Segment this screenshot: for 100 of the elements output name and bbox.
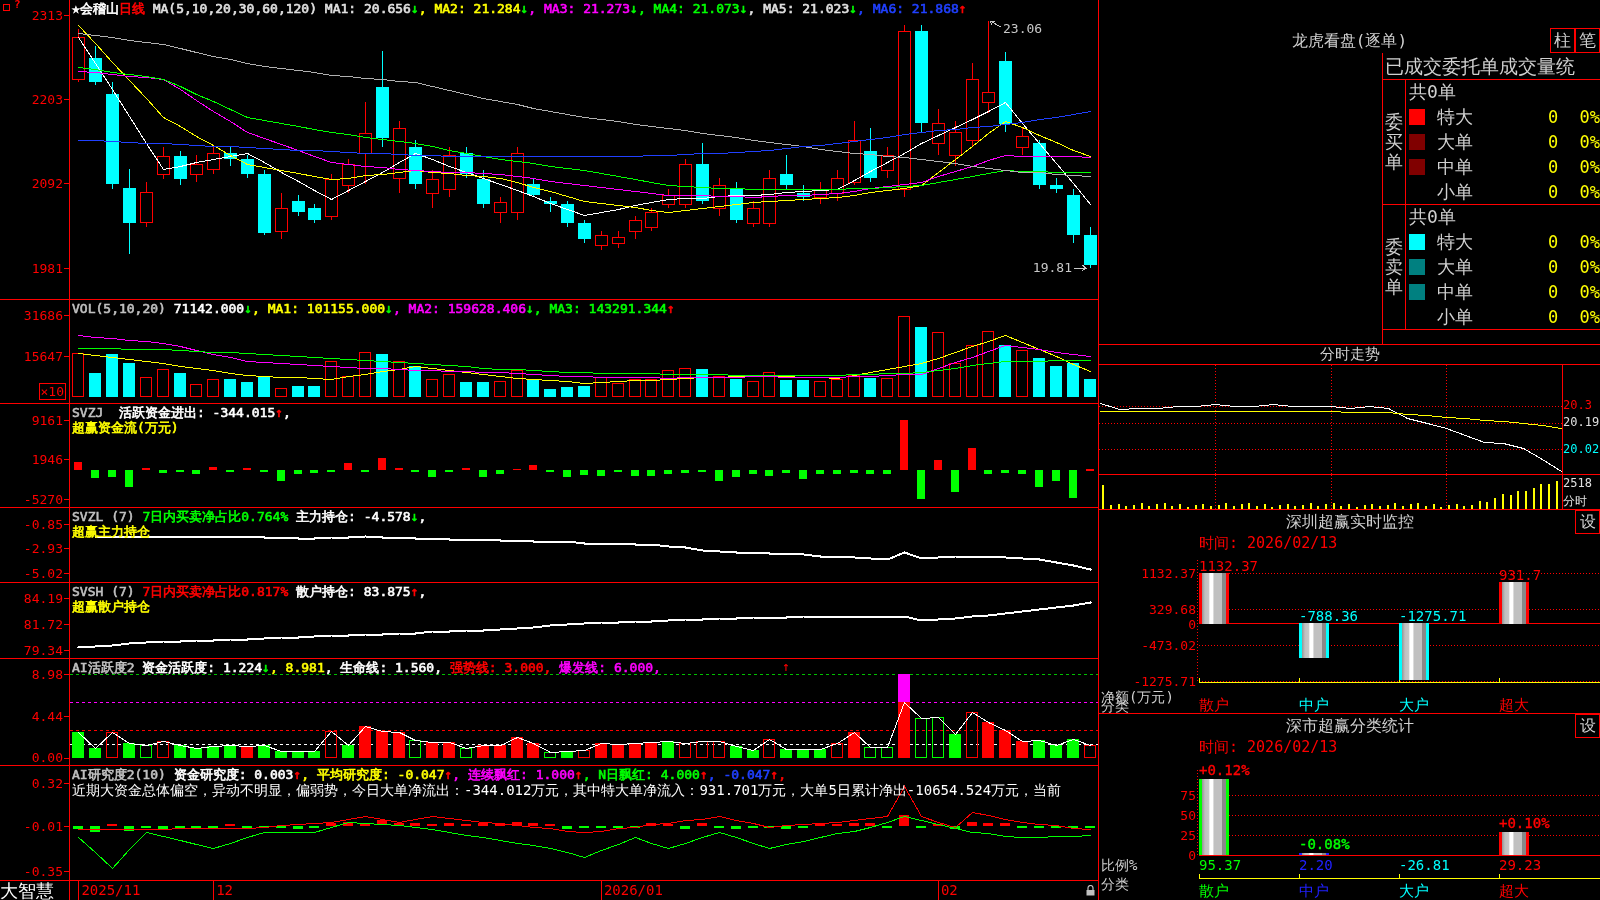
indicator-legend: 超赢资金流(万元) <box>72 420 179 435</box>
order-share: 0% <box>1579 231 1600 252</box>
axis-tick-label: 0.00 <box>31 751 63 765</box>
candlestick <box>72 28 85 83</box>
axis-tick-label: 25 <box>1180 828 1196 844</box>
order-size-label: 小单 <box>1436 179 1473 204</box>
axis-tick-label: 4.44 <box>31 710 63 724</box>
fund-flow-bar <box>1035 470 1043 487</box>
candlestick <box>207 146 220 175</box>
fund-flow-bar <box>192 470 200 474</box>
candlestick <box>1050 177 1063 194</box>
indicator-legend: AI活跃度2 资金活跃度: 1.224↓, 8.981, 生命线: 1.560, 强势线: 3.000, 爆发线: 6.000, <box>72 660 661 675</box>
axis-tick-label: 2092 <box>31 177 63 191</box>
axis-tick-label: -0.35 <box>23 865 63 879</box>
candlestick <box>797 184 810 202</box>
axis-title: 比例% <box>1101 857 1138 873</box>
candlestick <box>157 146 170 180</box>
help-mark[interactable]: ? <box>14 0 21 10</box>
candlestick <box>89 45 102 86</box>
settings-button[interactable]: 设 <box>1575 714 1600 738</box>
value-label: 1132.37 <box>1199 557 1258 574</box>
axis-tick-label: 1981 <box>31 262 63 276</box>
order-size-label: 小单 <box>1436 304 1473 329</box>
candlestick <box>1016 127 1029 156</box>
fund-flow-bar <box>462 467 470 471</box>
candlestick <box>780 154 793 190</box>
fund-flow-bar <box>310 470 318 473</box>
fund-flow-bar <box>294 470 302 474</box>
fund-flow-bar <box>664 470 672 474</box>
fund-flow-bar <box>749 470 757 474</box>
category-label: 大户 <box>1399 696 1429 713</box>
settings-button[interactable]: 设 <box>1575 510 1600 534</box>
fund-flow-bar <box>496 470 504 474</box>
value-label: 29.23 <box>1499 857 1542 873</box>
axis-tick-label: 2203 <box>31 93 63 107</box>
fund-flow-bar <box>159 470 167 473</box>
candlestick <box>864 127 877 183</box>
order-count: 0 <box>1547 281 1559 302</box>
square-icon <box>3 4 10 11</box>
fund-flow-bar <box>479 470 487 478</box>
fund-flow-bar <box>782 470 790 473</box>
brand-logo: 大智慧 <box>0 880 54 900</box>
axis-tick-label: 15647 <box>23 350 63 364</box>
candlestick <box>1033 139 1046 190</box>
order-size-label: 特大 <box>1436 104 1473 129</box>
axis-tick-label: 50 <box>1180 808 1196 824</box>
axis-tick-label: 0 <box>1188 616 1196 632</box>
fund-flow-bar <box>866 470 874 475</box>
fund-flow-bar <box>1018 470 1026 474</box>
candlestick <box>932 108 945 156</box>
category-label: 中户 <box>1299 882 1329 900</box>
order-count: 0 <box>1547 131 1559 152</box>
order-share: 0% <box>1579 256 1600 277</box>
fund-flow-bar <box>361 470 369 473</box>
fund-flow-bar <box>681 470 689 473</box>
candlestick <box>460 146 473 179</box>
order-count: 0 <box>1547 306 1559 327</box>
category-label: 超大 <box>1499 696 1529 713</box>
axis-tick-label: -1275.71 <box>1133 673 1196 689</box>
fund-flow-bar <box>580 470 588 476</box>
candlestick <box>696 142 709 205</box>
value-label: -788.36 <box>1299 607 1358 624</box>
order-size-label: 中单 <box>1436 279 1473 304</box>
candlestick <box>763 169 776 228</box>
fund-flow-bar <box>513 468 521 471</box>
panel-title: 深市超赢分类统计 <box>1285 715 1414 737</box>
candlestick <box>190 154 203 183</box>
fund-flow-bar <box>74 462 82 471</box>
table-title: 已成交委托单成交量统 <box>1383 53 1600 80</box>
candlestick <box>713 177 726 217</box>
fund-flow-bar <box>563 470 571 477</box>
fund-flow-bar <box>631 470 639 476</box>
fund-flow-bar <box>1001 470 1009 473</box>
date-label: 2025/11 <box>78 881 141 900</box>
order-share: 0% <box>1579 131 1600 152</box>
annotation: 19.81 <box>1032 260 1072 275</box>
lock-icon[interactable] <box>1086 885 1095 896</box>
fund-flow-bar <box>816 470 824 475</box>
view-toggle-button[interactable]: 笔 <box>1575 28 1600 53</box>
order-count: 0 <box>1547 231 1559 252</box>
order-count: 0 <box>1547 106 1559 127</box>
candlestick <box>629 215 642 240</box>
candlestick <box>679 158 692 209</box>
axis-tick-label: -2.93 <box>23 542 63 556</box>
axis-tick-label: 84.19 <box>23 592 63 606</box>
order-total: 共0单 <box>1409 80 1456 104</box>
fund-flow-bar <box>647 470 655 476</box>
fund-flow-bar <box>142 467 150 471</box>
indicator-legend: SVZJ 活跃资金进出: -344.015↑, <box>72 405 291 420</box>
axis-tick-label: 0 <box>1188 848 1196 863</box>
fund-flow-bar <box>799 470 807 480</box>
candlestick <box>578 219 591 244</box>
fund-flow-bar <box>378 458 386 471</box>
candlestick <box>831 169 844 202</box>
view-toggle-button[interactable]: 柱 <box>1550 28 1575 53</box>
candlestick <box>645 207 658 232</box>
price-annotation: 23.06 <box>989 20 1043 36</box>
axis-title: 分类 <box>1101 876 1129 892</box>
candlestick <box>544 196 557 213</box>
axis-tick-label: 329.68 <box>1149 601 1196 617</box>
